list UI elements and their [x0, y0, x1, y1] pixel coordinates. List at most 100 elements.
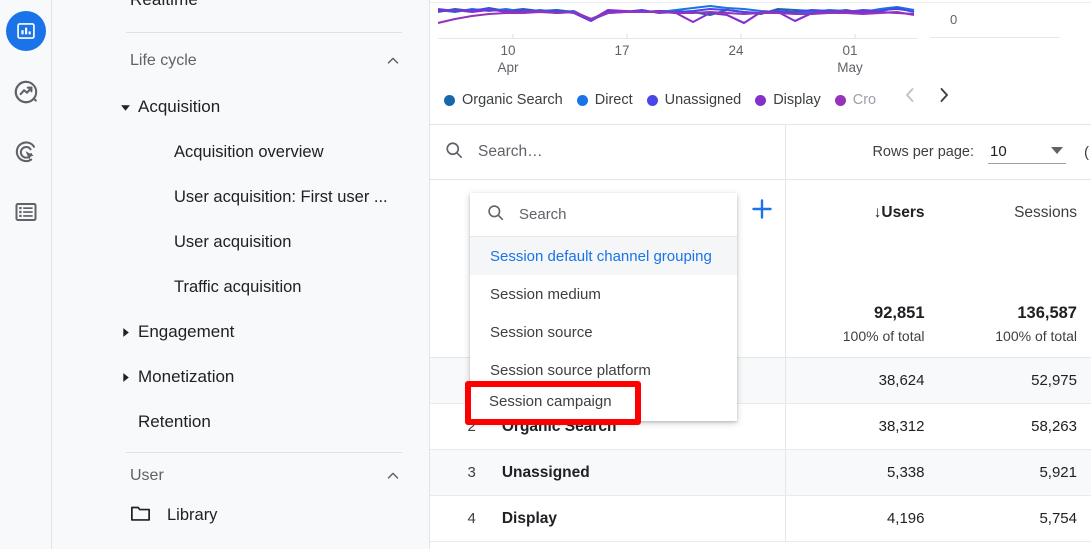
totals-users-cell: 92,851 100% of total — [786, 242, 939, 357]
navigation-sidebar: Realtime Life cycle Acquisition Acquisit… — [52, 0, 430, 549]
sidebar-item-retention[interactable]: Retention — [114, 404, 414, 440]
icon-rail — [0, 0, 52, 549]
totals-users-value: 92,851 — [786, 301, 925, 325]
advertising-target-icon — [13, 139, 39, 165]
sessions-trend-chart: 0 10 Apr 17 24 01 May Organic Search — [430, 0, 1091, 124]
chevron-left-icon[interactable] — [902, 86, 918, 108]
sidebar-item-label: Retention — [138, 412, 211, 432]
sidebar-divider-bottom — [126, 452, 402, 453]
legend-label: Cros — [853, 92, 877, 108]
row-sessions-value: 52,975 — [939, 372, 1091, 389]
search-icon — [486, 203, 505, 227]
rows-per-page-label: Rows per page: — [872, 144, 974, 160]
rail-item-advertising[interactable] — [0, 122, 52, 182]
dropdown-search-field[interactable]: Search — [470, 193, 737, 237]
legend-dot-icon — [444, 95, 455, 106]
dropdown-option-session-default-channel-grouping[interactable]: Session default channel grouping — [470, 237, 737, 275]
sidebar-item-label: Acquisition — [138, 97, 220, 117]
x-tick-day: 17 — [592, 42, 652, 59]
legend-dot-icon — [577, 95, 588, 106]
x-tick-day: 10 — [478, 42, 538, 59]
sidebar-item-engagement[interactable]: Engagement — [114, 314, 414, 350]
y-axis-tick-0: 0 — [950, 12, 957, 27]
legend-label: Unassigned — [665, 92, 742, 108]
chart-plot-area — [438, 3, 918, 39]
row-sessions-value: 58,263 — [939, 418, 1091, 435]
legend-item-unassigned[interactable]: Unassigned — [647, 92, 742, 108]
sidebar-item-monetization[interactable]: Monetization — [114, 359, 414, 395]
table-search-box[interactable]: Search… — [430, 124, 786, 180]
rows-per-page-select[interactable]: 10 — [988, 140, 1066, 164]
folder-icon — [130, 503, 151, 527]
chevron-up-icon — [384, 52, 402, 70]
explore-icon — [13, 79, 39, 105]
row-rank: 3 — [430, 464, 488, 481]
legend-item-display[interactable]: Display — [755, 92, 821, 108]
legend-item-organic-search[interactable]: Organic Search — [444, 92, 563, 108]
search-icon — [444, 140, 464, 165]
sidebar-item-traffic-acquisition[interactable]: Traffic acquisition — [174, 269, 430, 305]
column-header-sessions[interactable]: Sessions — [939, 180, 1091, 222]
library-list-icon — [14, 200, 38, 224]
dropdown-option-session-source-platform[interactable]: Session source platform — [470, 351, 737, 389]
sidebar-item-label: Acquisition overview — [174, 143, 323, 162]
reports-active-indicator — [6, 11, 46, 51]
row-dimension-cell: 4 Display — [430, 496, 786, 541]
sidebar-item-user-acquisition[interactable]: User acquisition — [174, 224, 430, 260]
sidebar-item-acquisition-overview[interactable]: Acquisition overview — [174, 134, 430, 170]
plus-icon[interactable] — [751, 198, 773, 225]
legend-dot-icon — [647, 95, 658, 106]
row-separator — [430, 541, 1091, 542]
row-sessions-value: 5,754 — [939, 510, 1091, 527]
x-axis-tick-apr-10: 10 Apr — [478, 42, 538, 76]
reports-icon — [16, 21, 36, 41]
column-header-users[interactable]: ↓Users — [786, 180, 939, 222]
section-label: User — [130, 468, 164, 484]
x-axis-tick-24: 24 — [706, 42, 766, 59]
y-axis-baseline — [930, 37, 1060, 38]
sidebar-item-library[interactable]: Library — [130, 503, 217, 527]
analytics-app-window: Realtime Life cycle Acquisition Acquisit… — [0, 0, 1091, 549]
triangle-down-icon[interactable] — [114, 102, 136, 113]
dropdown-option-session-medium[interactable]: Session medium — [470, 275, 737, 313]
legend-item-direct[interactable]: Direct — [577, 92, 633, 108]
dropdown-search-placeholder[interactable]: Search — [519, 206, 567, 223]
rail-item-reports[interactable] — [0, 0, 52, 62]
legend-label: Organic Search — [462, 92, 563, 108]
triangle-right-icon[interactable] — [114, 372, 136, 383]
totals-sessions-value: 136,587 — [939, 301, 1078, 325]
sidebar-item-label: Library — [167, 506, 217, 525]
sidebar-section-life-cycle[interactable]: Life cycle — [130, 52, 402, 70]
chevron-up-icon — [384, 468, 402, 484]
table-row[interactable]: 3 Unassigned 5,338 5,921 — [430, 450, 1091, 495]
row-users-value: 38,312 — [786, 418, 939, 435]
sidebar-item-realtime[interactable]: Realtime — [130, 0, 198, 10]
sidebar-item-user-acquisition-first-user[interactable]: User acquisition: First user ... — [174, 179, 430, 215]
sidebar-section-user[interactable]: User — [130, 468, 402, 484]
table-row[interactable]: 4 Display 4,196 5,754 — [430, 496, 1091, 541]
row-users-value: 4,196 — [786, 510, 939, 527]
rail-item-library[interactable] — [0, 182, 52, 242]
legend-dot-icon — [835, 95, 846, 106]
legend-item-cross-network[interactable]: Cros — [835, 92, 877, 108]
row-dimension-name[interactable]: Unassigned — [488, 464, 785, 482]
totals-users-subtext: 100% of total — [786, 325, 925, 347]
chevron-right-icon[interactable] — [936, 86, 952, 108]
chart-legend: Organic Search Direct Unassigned Display… — [444, 88, 891, 112]
rows-per-page-value: 10 — [990, 143, 1007, 160]
x-axis-tick-may-01: 01 May — [820, 42, 880, 76]
row-dimension-cell: 3 Unassigned — [430, 450, 786, 495]
x-tick-day: 01 — [820, 42, 880, 59]
sidebar-item-acquisition[interactable]: Acquisition — [114, 89, 414, 125]
x-tick-month: Apr — [478, 59, 538, 76]
triangle-right-icon[interactable] — [114, 327, 136, 338]
row-dimension-name[interactable]: Display — [488, 510, 785, 528]
row-users-value: 38,624 — [786, 372, 939, 389]
rail-item-explore[interactable] — [0, 62, 52, 122]
dropdown-option-session-source[interactable]: Session source — [470, 313, 737, 351]
sidebar-item-label: User acquisition — [174, 233, 291, 252]
sidebar-item-label: User acquisition: First user ... — [174, 188, 388, 207]
row-rank: 4 — [430, 510, 488, 527]
highlighted-option-label: Session campaign — [489, 393, 612, 410]
search-input-placeholder[interactable]: Search… — [478, 143, 543, 161]
